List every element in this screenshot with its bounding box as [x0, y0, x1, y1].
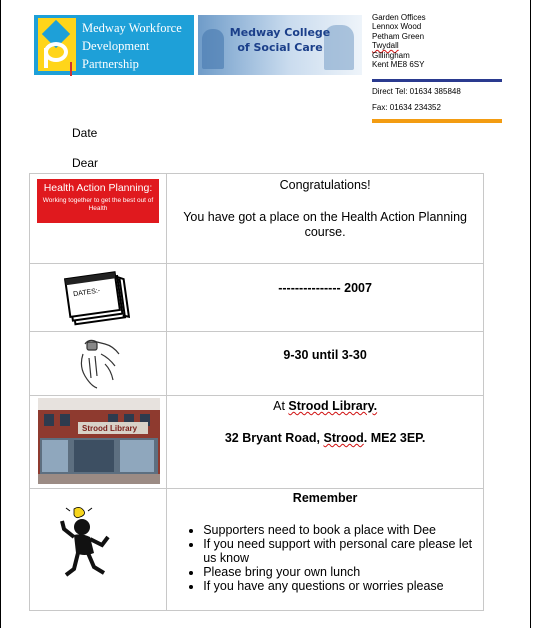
- info-table: Health Action Planning: Working together…: [28, 173, 484, 611]
- mwdp-logo-line: Medway Workforce: [82, 21, 182, 35]
- library-photo: Strood Library: [38, 398, 160, 484]
- mwdp-logo: Medway Workforce Development Partnership: [34, 15, 194, 75]
- table-row-venue: Strood Library At Strood Library. 32 Bry…: [28, 395, 484, 489]
- mwdp-logo-line: Development: [82, 39, 150, 53]
- date-text-cell: --------------- 2007: [166, 263, 484, 332]
- venue-line: At Strood Library.: [167, 399, 483, 413]
- list-item: Supporters need to book a place with Dee: [203, 523, 483, 537]
- address-line: Garden Offices: [372, 13, 426, 22]
- mcsc-logo-text: Medway College of Social Care: [198, 25, 362, 55]
- address-line: Kent ME8 6SY: [372, 60, 425, 70]
- congratulations-text: Congratulations!: [279, 178, 371, 192]
- page-edge-left: [0, 0, 1, 628]
- address-prefix: 32 Bryant Road,: [224, 431, 324, 445]
- red-tick-mark: [70, 62, 72, 76]
- badge-subtitle: Working together to get the best out of …: [42, 197, 154, 212]
- list-item: Please bring your own lunch: [203, 565, 483, 579]
- fax-number: Fax: 01634 234352: [372, 103, 441, 112]
- health-action-planning-badge: Health Action Planning: Working together…: [37, 179, 159, 223]
- library-sign: Strood Library: [82, 424, 138, 433]
- mcsc-logo-line: of Social Care: [237, 41, 323, 54]
- course-text-cell: Congratulations! You have got a place on…: [166, 173, 484, 264]
- address-line: Lennox Wood: [372, 22, 422, 32]
- remember-heading: Remember: [292, 491, 358, 505]
- at-prefix: At: [273, 399, 289, 413]
- remember-list: Supporters need to book a place with Dee…: [167, 523, 483, 593]
- sender-address: Garden Offices Lennox Wood Petham Green …: [372, 13, 426, 69]
- thinking-figure-icon: [60, 507, 110, 577]
- blue-rule: [372, 79, 502, 82]
- calendar-image-cell: DATES:-: [28, 263, 168, 332]
- dear-label: Dear: [72, 156, 99, 170]
- orange-rule: [372, 119, 502, 123]
- course-date: --------------- 2007: [278, 281, 372, 295]
- mcsc-logo-line: Medway College: [229, 26, 331, 39]
- address-suffix: . ME2 3EP.: [363, 431, 426, 445]
- course-image-cell: Health Action Planning: Working together…: [28, 173, 168, 264]
- table-row-time: 9-30 until 3-30: [28, 331, 484, 396]
- library-name: Strood Library.: [288, 399, 378, 413]
- course-time: 9-30 until 3-30: [283, 348, 367, 362]
- table-row-course: Health Action Planning: Working together…: [28, 173, 484, 264]
- table-row-date: DATES:- --------------- 2007: [28, 263, 484, 332]
- table-row-remember: Remember Supporters need to book a place…: [28, 488, 484, 611]
- watch-hand-icon: [80, 339, 120, 389]
- date-label: Date: [72, 126, 98, 140]
- course-place-text: You have got a place on the Health Actio…: [183, 210, 467, 239]
- venue-image-cell: Strood Library: [28, 395, 168, 489]
- venue-text-cell: At Strood Library. 32 Bryant Road, Stroo…: [166, 395, 484, 489]
- town-name: Strood: [323, 431, 364, 445]
- venue-address: 32 Bryant Road, Strood. ME2 3EP.: [167, 431, 483, 445]
- badge-title: Health Action Planning:: [43, 182, 153, 194]
- page-edge-right: [530, 0, 531, 628]
- remember-image-cell: [28, 488, 168, 611]
- mwdp-logo-line: Partnership: [82, 57, 139, 71]
- list-item: If you need support with personal care p…: [203, 537, 483, 565]
- direct-tel: Direct Tel: 01634 385848: [372, 87, 461, 96]
- calendar-icon: DATES:-: [64, 271, 130, 326]
- remember-text-cell: Remember Supporters need to book a place…: [166, 488, 484, 611]
- address-line: Twydall: [372, 41, 399, 51]
- address-line: Gillingham: [372, 50, 410, 60]
- mcsc-logo: Medway College of Social Care: [198, 15, 362, 75]
- mwdp-logo-text: Medway Workforce Development Partnership: [82, 19, 182, 73]
- time-text-cell: 9-30 until 3-30: [166, 331, 484, 396]
- time-image-cell: [28, 331, 168, 396]
- address-line: Petham Green: [372, 31, 425, 41]
- list-item: If you have any questions or worries ple…: [203, 579, 483, 593]
